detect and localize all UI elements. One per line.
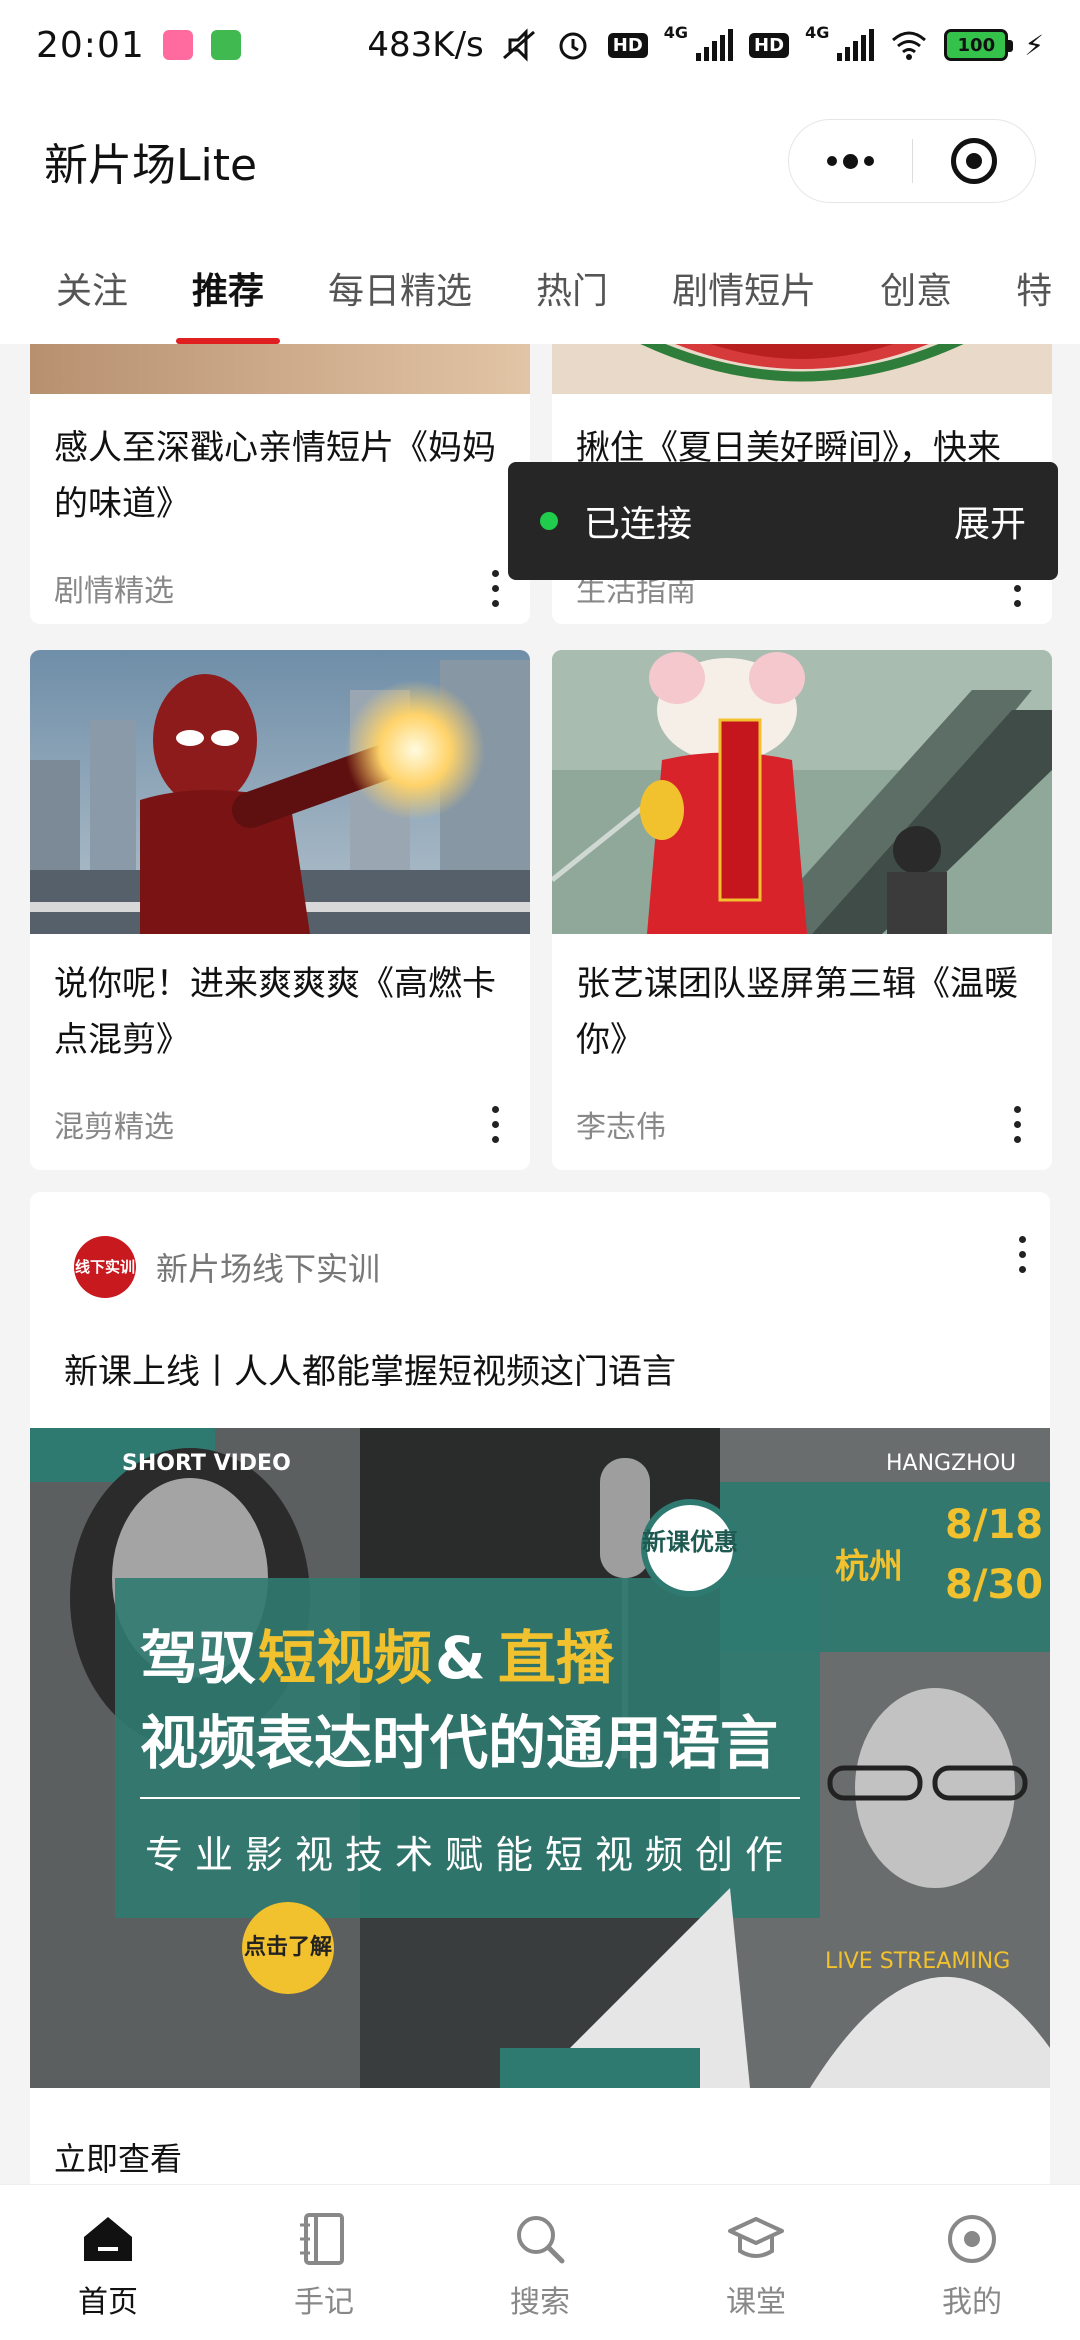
connection-status: 已连接 xyxy=(584,504,693,545)
tab-follow[interactable]: 关注 xyxy=(56,232,128,344)
video-thumbnail xyxy=(552,344,1052,394)
video-author: 混剪精选 xyxy=(54,1110,174,1145)
video-title: 感人至深戳心亲情短片《妈妈的味道》 xyxy=(54,428,496,524)
banner-headline-line2: 视频表达时代的通用语言 xyxy=(140,1709,778,1777)
channel-logo[interactable]: 线下实训 xyxy=(74,1236,136,1298)
battery-icon: 100 xyxy=(944,29,1014,61)
banner-live-label: LIVE STREAMING xyxy=(825,1949,1010,1974)
video-thumbnail xyxy=(552,650,1052,934)
banner-tag-left: SHORT VIDEO xyxy=(122,1451,291,1476)
bottom-navigation: 首页 手记 搜索 课堂 我的 xyxy=(0,2184,1080,2340)
video-title: 说你呢！进来爽爽爽《高燃卡点混剪》 xyxy=(54,964,496,1060)
more-menu-button[interactable] xyxy=(789,120,912,202)
network-type: 4G xyxy=(663,23,689,42)
banner-date-start: 8/18 xyxy=(945,1502,1043,1548)
banner-city: 杭州 xyxy=(835,1547,903,1587)
tab-recommended[interactable]: 推荐 xyxy=(176,232,281,344)
mute-icon xyxy=(502,28,535,62)
course-banner[interactable]: SHORT VIDEO HANGZHOU 新课优惠 杭州 8/18 8/30 驾… xyxy=(30,1428,1050,2088)
tab-creative[interactable]: 创意 xyxy=(880,232,952,344)
more-options-button[interactable] xyxy=(492,1106,500,1143)
banner-date-end: 8/30 xyxy=(945,1562,1043,1608)
hd-badge: HD xyxy=(749,32,790,58)
notification-app-icon xyxy=(162,30,193,60)
more-dots-icon xyxy=(826,153,874,169)
more-options-button[interactable] xyxy=(1019,1236,1026,1273)
search-icon xyxy=(517,2216,565,2264)
signal-icon xyxy=(837,29,875,61)
video-title: 张艺谋团队竖屏第三辑《温暖你》 xyxy=(576,964,1018,1060)
video-card[interactable]: 张艺谋团队竖屏第三辑《温暖你》 李志伟 xyxy=(552,650,1052,1170)
battery-level: 100 xyxy=(957,34,996,56)
signal-icon xyxy=(696,29,734,61)
graduation-cap-icon xyxy=(728,2217,784,2258)
nav-label: 搜索 xyxy=(510,2285,570,2320)
notification-app-icon xyxy=(210,30,241,60)
app-title: 新片场Lite xyxy=(44,140,258,191)
nav-search[interactable]: 搜索 xyxy=(432,2185,648,2340)
category-tabs: 关注 推荐 每日精选 热门 剧情短片 创意 特 xyxy=(0,232,1080,344)
banner-headline-part: & xyxy=(435,1624,486,1692)
close-miniprogram-button[interactable] xyxy=(913,120,1036,202)
video-thumbnail xyxy=(30,650,530,934)
status-bar: 20:01 483K/s HD 4G HD 4G 100 ⚡ xyxy=(0,0,1080,90)
more-options-button[interactable] xyxy=(492,570,500,607)
profile-icon xyxy=(948,2215,996,2263)
view-now-link[interactable]: 立即查看 xyxy=(54,2134,182,2180)
banner-tagline: 专业影视技术赋能短视频创作 xyxy=(145,1833,795,1877)
connected-dot-icon xyxy=(540,512,558,530)
target-icon xyxy=(950,138,997,184)
channel-name[interactable]: 新片场线下实训 xyxy=(156,1244,380,1290)
home-icon xyxy=(84,2217,132,2261)
charging-icon: ⚡ xyxy=(1024,28,1044,62)
video-author: 剧情精选 xyxy=(54,574,174,609)
nav-classroom[interactable]: 课堂 xyxy=(648,2185,864,2340)
network-type: 4G xyxy=(805,23,830,42)
nav-label: 课堂 xyxy=(726,2285,786,2320)
hd-badge: HD xyxy=(607,32,648,58)
tab-hot[interactable]: 热门 xyxy=(536,232,608,344)
tab-drama-shorts[interactable]: 剧情短片 xyxy=(672,232,816,344)
status-time: 20:01 xyxy=(36,24,145,66)
article-card[interactable]: 线下实训 新片场线下实训 新课上线丨人人都能掌握短视频这门语言 SHORT VI… xyxy=(30,1192,1050,2192)
nav-notes[interactable]: 手记 xyxy=(216,2185,432,2340)
more-options-button[interactable] xyxy=(1014,1106,1022,1143)
banner-tag-right: HANGZHOU xyxy=(886,1451,1016,1476)
nav-label: 首页 xyxy=(78,2285,138,2320)
expand-button[interactable]: 展开 xyxy=(954,495,1026,547)
connection-toast: 已连接 展开 xyxy=(508,462,1058,580)
miniprogram-capsule xyxy=(788,119,1036,203)
tab-more[interactable]: 特 xyxy=(1016,232,1052,344)
nav-profile[interactable]: 我的 xyxy=(864,2185,1080,2340)
video-card[interactable]: 说你呢！进来爽爽爽《高燃卡点混剪》 混剪精选 xyxy=(30,650,530,1170)
nav-home[interactable]: 首页 xyxy=(0,2185,216,2340)
nav-label: 手记 xyxy=(294,2285,354,2320)
alarm-icon xyxy=(559,32,587,60)
banner-headline-part: 直播 xyxy=(498,1624,615,1692)
tab-daily-picks[interactable]: 每日精选 xyxy=(328,232,472,344)
app-header: 新片场Lite xyxy=(0,90,1080,232)
banner-headline-part: 短视频 xyxy=(258,1624,432,1692)
video-card[interactable]: 感人至深戳心亲情短片《妈妈的味道》 剧情精选 xyxy=(30,344,530,624)
network-speed: 483K/s xyxy=(367,25,484,65)
article-title[interactable]: 新课上线丨人人都能掌握短视频这门语言 xyxy=(64,1344,676,1393)
notebook-icon xyxy=(300,2213,344,2265)
nav-label: 我的 xyxy=(942,2285,1002,2320)
wifi-icon xyxy=(892,31,927,60)
video-author: 李志伟 xyxy=(576,1110,666,1145)
video-thumbnail xyxy=(30,344,530,394)
banner-badge: 新课优惠 xyxy=(642,1528,738,1556)
banner-headline-part: 驾驭 xyxy=(140,1624,256,1692)
banner-cta[interactable]: 点击了解 xyxy=(244,1934,332,1960)
